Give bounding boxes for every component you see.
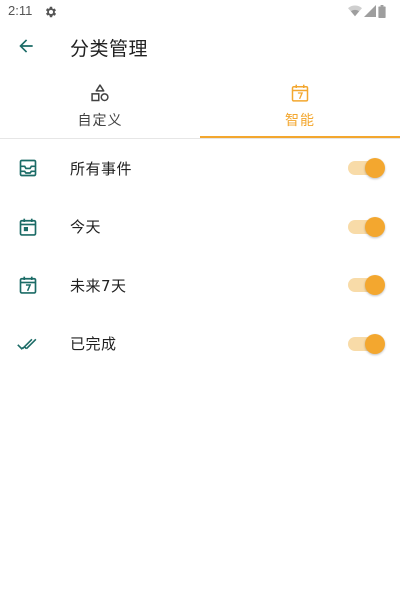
done-all-icon (17, 333, 39, 355)
list-item-label: 未来7天 (70, 276, 127, 295)
tab-label: 自定义 (77, 113, 123, 129)
list-item-next-7-days[interactable]: 未来7天 (0, 256, 400, 315)
wifi-icon (348, 5, 362, 17)
calendar-7-icon (289, 82, 311, 104)
toggle-switch[interactable] (348, 158, 385, 179)
arrow-left-icon (16, 36, 36, 60)
list-item-label: 今天 (70, 218, 102, 237)
list-item-completed[interactable]: 已完成 (0, 315, 400, 374)
shapes-icon (89, 82, 111, 104)
list-item-all-events[interactable]: 所有事件 (0, 139, 400, 198)
back-button[interactable] (10, 32, 42, 64)
tab-custom[interactable]: 自定义 (0, 72, 200, 138)
app-bar: 分类管理 (0, 24, 400, 72)
toggle-switch[interactable] (348, 333, 385, 354)
status-bar: 2:11 (0, 0, 400, 24)
signal-icon (364, 5, 376, 17)
smart-category-list: 所有事件 今天 未来7天 已完成 (0, 139, 400, 373)
status-time: 2:11 (8, 3, 33, 18)
list-item-today[interactable]: 今天 (0, 198, 400, 257)
toggle-switch[interactable] (348, 216, 385, 237)
page-title: 分类管理 (70, 38, 149, 60)
calendar-today-icon (17, 216, 39, 238)
list-item-label: 所有事件 (70, 159, 133, 178)
battery-icon (378, 4, 386, 18)
gear-icon (44, 4, 58, 18)
calendar-7-icon (17, 274, 39, 296)
tab-smart[interactable]: 智能 (200, 72, 400, 138)
tab-label: 智能 (285, 113, 315, 129)
inbox-icon (17, 157, 39, 179)
list-item-label: 已完成 (70, 335, 117, 354)
tab-bar: 自定义 智能 (0, 72, 400, 138)
toggle-switch[interactable] (348, 275, 385, 296)
